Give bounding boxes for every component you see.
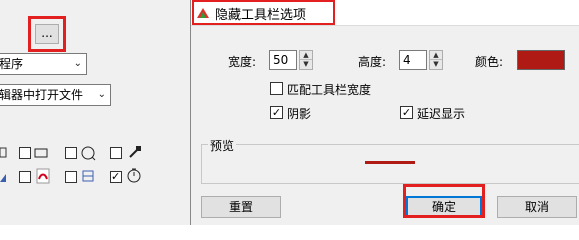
eyedropper-icon — [129, 146, 141, 158]
pdf-icon — [36, 168, 50, 184]
check-icon: ✓ — [271, 106, 282, 119]
spin-down-icon[interactable]: ▼ — [300, 60, 312, 69]
open-file-dropdown[interactable]: 辑器中打开文件 ⌄ — [0, 84, 111, 106]
fit-width-label: 匹配工具栏宽度 — [287, 83, 372, 97]
hide-toolbar-options-dialog: 隐藏工具栏选项 宽度: 50 ▲ ▼ 高度: 4 ▲ ▼ 颜色: 匹配工具栏宽度… — [190, 0, 579, 225]
tool-checkbox[interactable] — [19, 147, 31, 159]
program-dropdown-value: 程序 — [0, 57, 24, 71]
shadow-label: 阴影 — [287, 107, 312, 121]
preview-group — [201, 144, 579, 184]
chevron-down-icon: ⌄ — [73, 58, 82, 69]
width-spinner[interactable]: ▲ ▼ — [299, 50, 313, 70]
tool-checkbox[interactable] — [65, 171, 77, 183]
chevron-down-icon: ⌄ — [97, 89, 106, 100]
cancel-button[interactable]: 取消 — [497, 196, 577, 218]
color-swatch-button[interactable] — [517, 50, 565, 70]
tool-checkbox[interactable] — [110, 147, 122, 159]
reset-button[interactable]: 重置 — [201, 196, 281, 218]
height-spinner[interactable]: ▲ ▼ — [429, 50, 443, 70]
width-label: 宽度: — [228, 55, 257, 69]
program-dropdown[interactable]: 程序 ⌄ — [0, 53, 87, 75]
dialog-titlebar[interactable]: 隐藏工具栏选项 — [191, 0, 579, 26]
partial-tool-icon — [0, 147, 7, 158]
highlight-more-button — [28, 16, 66, 52]
height-label: 高度: — [358, 55, 387, 69]
highlight-ok-button — [403, 184, 485, 218]
tool-checkbox[interactable] — [19, 171, 31, 183]
width-input[interactable]: 50 — [269, 50, 297, 70]
spin-up-icon[interactable]: ▲ — [300, 51, 312, 60]
preview-line — [365, 161, 415, 164]
partial-tool-icon — [0, 174, 6, 182]
check-icon: ✓ — [401, 106, 412, 119]
color-label: 颜色: — [475, 55, 504, 69]
fit-width-checkbox[interactable] — [270, 82, 283, 95]
tool-checkbox[interactable] — [65, 147, 77, 159]
ellipse-tool-icon — [81, 146, 96, 161]
document-icon — [82, 170, 94, 182]
delay-display-label: 延迟显示 — [417, 107, 466, 121]
spin-up-icon[interactable]: ▲ — [430, 51, 442, 60]
height-input[interactable]: 4 — [399, 50, 427, 70]
highlight-title — [192, 0, 335, 25]
tool-checkbox-checked[interactable]: ✓ — [110, 170, 122, 183]
timer-icon — [127, 168, 141, 183]
check-icon: ✓ — [111, 170, 121, 183]
rectangle-tool-icon — [34, 148, 48, 158]
delay-display-checkbox[interactable]: ✓ — [400, 106, 413, 119]
spin-down-icon[interactable]: ▼ — [430, 60, 442, 69]
preview-label: 预览 — [208, 137, 237, 154]
background-window: ... 程序 ⌄ 辑器中打开文件 ⌄ ✓ — [0, 0, 190, 225]
shadow-checkbox[interactable]: ✓ — [270, 106, 283, 119]
open-file-dropdown-value: 辑器中打开文件 — [0, 88, 84, 102]
